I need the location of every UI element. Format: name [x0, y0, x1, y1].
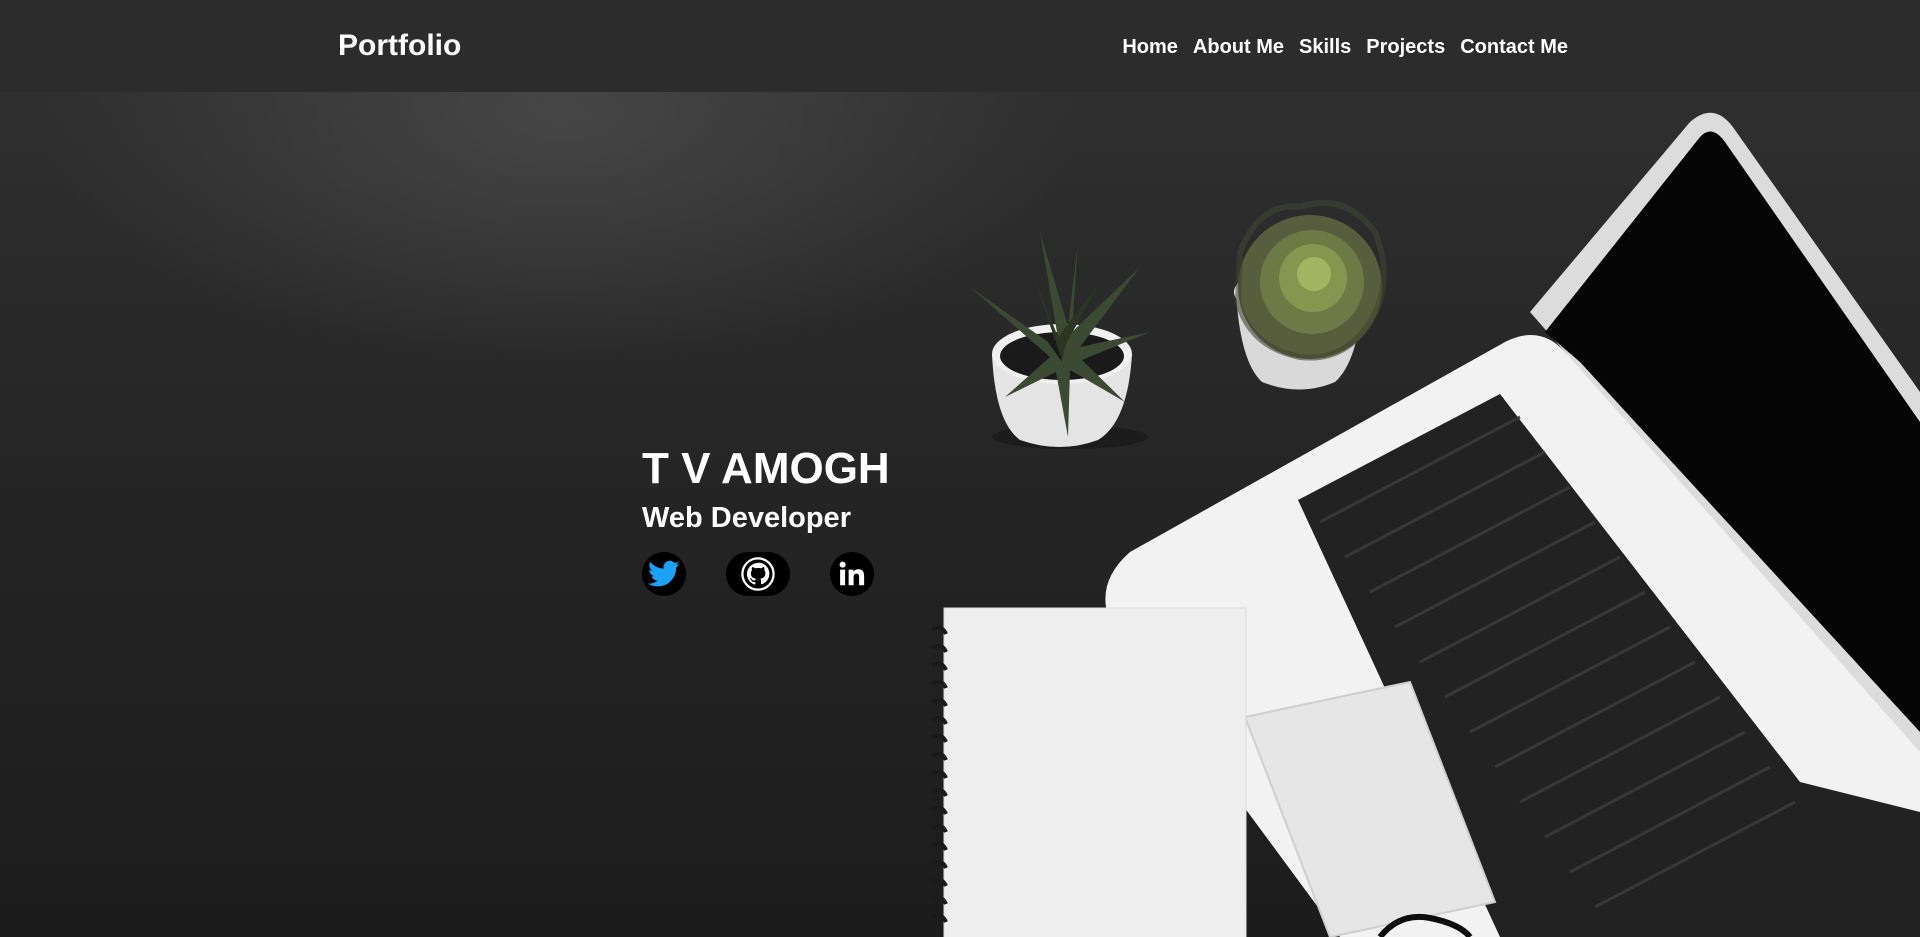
twitter-icon — [648, 560, 680, 587]
nav-menu: Home About Me Skills Projects Contact Me — [1122, 32, 1568, 62]
plant-pot-right — [1234, 199, 1387, 390]
top-navbar: Portfolio Home About Me Skills Projects … — [0, 0, 1920, 92]
developer-role: Web Developer — [642, 502, 851, 534]
hero-background-image — [930, 112, 1920, 937]
linkedin-icon — [839, 561, 865, 586]
nav-about-me[interactable]: About Me — [1193, 32, 1284, 62]
github-icon — [741, 557, 775, 591]
nav-contact-me[interactable]: Contact Me — [1460, 32, 1568, 62]
developer-name: T V AMOGH — [642, 444, 890, 493]
nav-skills[interactable]: Skills — [1299, 32, 1351, 62]
plant-pot-left — [970, 232, 1150, 449]
intro-block: T V AMOGH Web Developer — [642, 442, 890, 596]
brand-logo[interactable]: Portfolio — [338, 26, 461, 66]
nav-home[interactable]: Home — [1122, 32, 1178, 62]
github-link[interactable] — [726, 552, 790, 596]
linkedin-link[interactable] — [830, 552, 874, 596]
nav-projects[interactable]: Projects — [1366, 32, 1445, 62]
social-links — [642, 552, 890, 596]
hero-section: T V AMOGH Web Developer — [0, 92, 1920, 937]
notebook — [930, 607, 1247, 937]
twitter-link[interactable] — [642, 552, 686, 596]
